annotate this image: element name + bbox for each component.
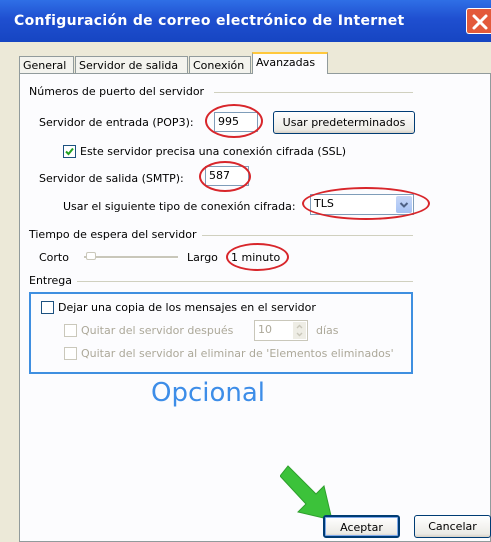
tab-avanzadas[interactable]: Avanzadas: [252, 52, 328, 74]
timeout-group-divider: [202, 235, 413, 236]
checkmark-icon: [65, 147, 74, 156]
delivery-group-title: Entrega: [29, 274, 73, 287]
tab-avanzadas-label: Avanzadas: [256, 56, 316, 69]
remove-deleted-checkbox[interactable]: [64, 347, 77, 360]
use-defaults-button[interactable]: Usar predeterminados: [273, 111, 415, 134]
timeout-group-title: Tiempo de espera del servidor: [29, 228, 197, 241]
timeout-slider-thumb[interactable]: [86, 252, 96, 260]
ssl-label: Este servidor precisa una conexión cifra…: [80, 145, 347, 158]
outgoing-port-highlight-circle: [199, 161, 251, 192]
ports-group-title: Números de puerto del servidor: [29, 85, 205, 98]
timeout-long-label: Largo: [187, 251, 218, 264]
ok-button[interactable]: Aceptar: [323, 515, 400, 538]
tab-conexion-label: Conexión: [193, 59, 245, 72]
close-icon: [472, 14, 488, 30]
encryption-type-label: Usar el siguiente tipo de conexión cifra…: [63, 200, 296, 213]
tab-conexion[interactable]: Conexión: [189, 56, 251, 74]
keep-copy-label: Dejar una copia de los mensajes en el se…: [58, 301, 316, 314]
outgoing-port-label: Servidor de salida (SMTP):: [39, 172, 184, 185]
remove-after-label: Quitar del servidor después: [81, 324, 234, 337]
tab-servidor-salida-label: Servidor de salida: [79, 59, 179, 72]
keep-copy-checkbox[interactable]: [41, 301, 54, 314]
title-bar[interactable]: Configuración de correo electrónico de I…: [0, 0, 491, 42]
stepper-arrows-icon[interactable]: [293, 322, 306, 339]
encryption-highlight-circle: [302, 187, 430, 220]
remove-after-days-stepper[interactable]: 10: [254, 320, 308, 341]
ports-group-divider: [214, 92, 413, 93]
remove-after-days-value: 10: [258, 323, 272, 336]
tab-general[interactable]: General: [19, 56, 74, 74]
tab-servidor-salida[interactable]: Servidor de salida: [75, 56, 188, 74]
tab-general-label: General: [23, 59, 67, 72]
timeout-slider-track: [84, 256, 178, 259]
timeout-slider[interactable]: [84, 252, 178, 260]
cancel-button[interactable]: Cancelar: [414, 515, 491, 538]
remove-after-checkbox[interactable]: [64, 324, 77, 337]
incoming-port-highlight-circle: [205, 104, 263, 138]
email-settings-dialog: Configuración de correo electrónico de I…: [0, 0, 491, 542]
incoming-port-label: Servidor de entrada (POP3):: [39, 116, 194, 129]
days-label: días: [316, 324, 339, 337]
window-title: Configuración de correo electrónico de I…: [14, 13, 405, 29]
optional-annotation: Opcional: [151, 378, 266, 408]
delivery-group-divider: [77, 281, 413, 282]
timeout-highlight-circle: [226, 243, 289, 271]
ssl-checkbox[interactable]: [63, 145, 76, 158]
timeout-short-label: Corto: [39, 251, 69, 264]
remove-deleted-label: Quitar del servidor al eliminar de 'Elem…: [81, 347, 394, 360]
close-button[interactable]: [466, 8, 491, 34]
